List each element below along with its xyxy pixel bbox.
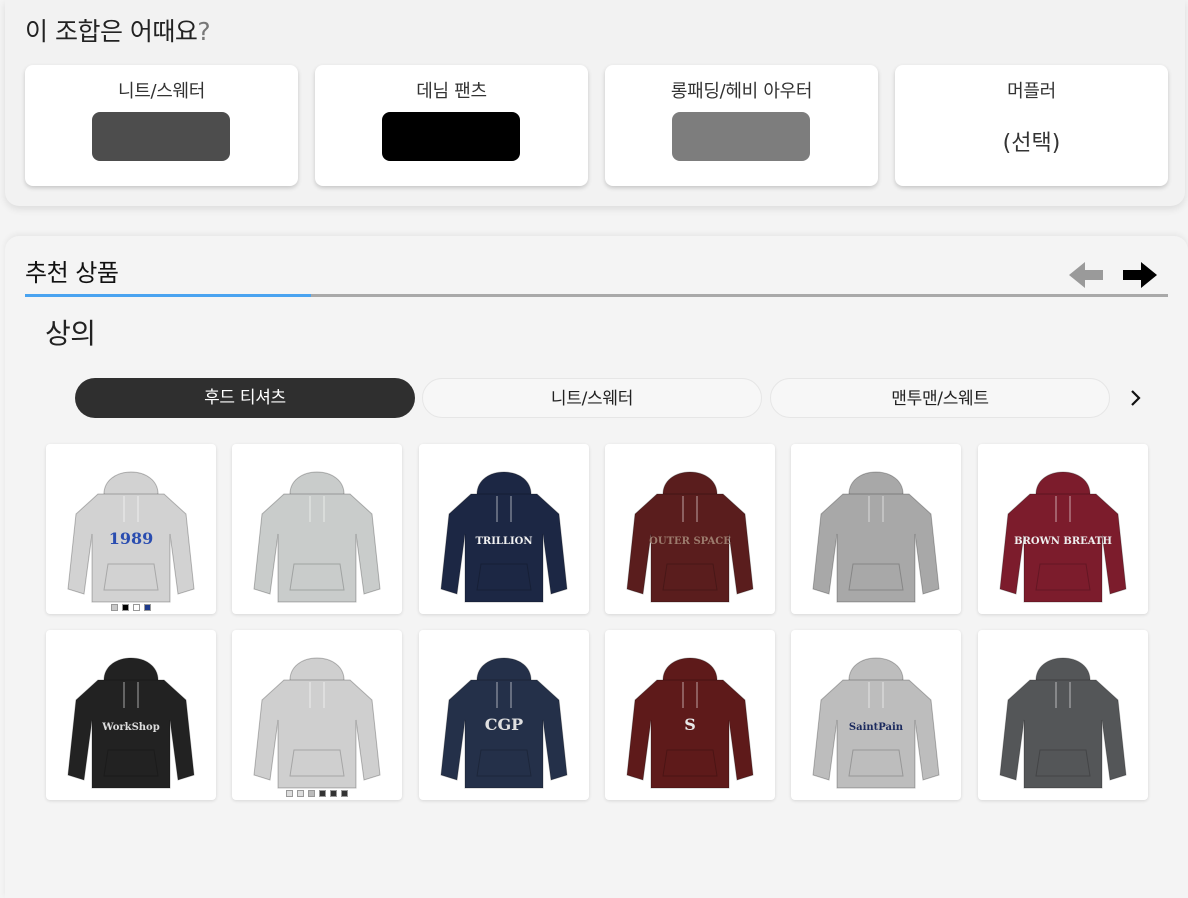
color-swatch: [92, 112, 230, 161]
color-option-swatch[interactable]: [297, 790, 305, 797]
product-image: [998, 657, 1127, 789]
color-options: [232, 790, 402, 799]
category-title: 상의: [45, 317, 96, 350]
product-image: [253, 471, 381, 603]
tab-next-button[interactable]: [1125, 384, 1147, 412]
color-swatch: [382, 112, 520, 161]
product-image: OUTER SPACE: [626, 471, 754, 603]
color-option-swatch[interactable]: [111, 604, 118, 611]
product-card[interactable]: [232, 630, 403, 800]
product-card[interactable]: [977, 630, 1148, 800]
product-image: CGP: [440, 657, 568, 789]
product-print-text: SaintPain: [849, 722, 904, 733]
color-option-swatch[interactable]: [122, 604, 129, 611]
color-options: [46, 604, 216, 613]
product-print-text: CGP: [484, 715, 522, 734]
color-option-swatch[interactable]: [286, 790, 294, 797]
section-underline: [25, 294, 1168, 297]
arrow-right-icon: [1123, 262, 1157, 288]
color-option-swatch[interactable]: [319, 790, 327, 797]
combo-card-label: 머플러: [1007, 81, 1056, 102]
product-print-text: TRILLION: [475, 536, 532, 547]
product-print-text: S: [684, 715, 696, 734]
product-card[interactable]: [232, 444, 403, 614]
product-card[interactable]: 1989: [46, 444, 216, 614]
arrow-left-icon: [1069, 262, 1103, 288]
tab-hoodie[interactable]: 후드 티셔츠: [75, 378, 415, 418]
product-card[interactable]: BROWN BREATH: [977, 444, 1148, 614]
color-option-swatch[interactable]: [330, 790, 338, 797]
product-image: [253, 657, 381, 789]
product-card[interactable]: WorkShop: [46, 630, 216, 800]
next-arrow-button[interactable]: [1121, 258, 1159, 292]
combo-card-knit[interactable]: 니트/스웨터: [25, 65, 298, 186]
color-option-swatch[interactable]: [341, 790, 349, 797]
combo-card-muffler[interactable]: 머플러 (선택): [895, 65, 1168, 186]
product-print-text: 1989: [109, 529, 154, 548]
product-card[interactable]: [791, 444, 962, 614]
product-image: BROWN BREATH: [998, 471, 1127, 603]
product-print-text: OUTER SPACE: [649, 536, 731, 547]
color-swatch: [672, 112, 810, 161]
color-option-swatch[interactable]: [308, 790, 316, 797]
optional-text: (선택): [1002, 131, 1061, 156]
color-option-swatch[interactable]: [133, 604, 140, 611]
product-image: SaintPain: [812, 657, 940, 789]
product-card[interactable]: SaintPain: [791, 630, 962, 800]
recommend-section: 추천 상품 상의 후드 티셔츠 니트/스웨터 맨투맨/스웨트 1989 TRILL…: [5, 236, 1188, 898]
product-card[interactable]: CGP: [418, 630, 589, 800]
product-image: WorkShop: [67, 657, 195, 789]
combo-section: 이 조합은 어때요? 니트/스웨터 데님 팬츠 롱패딩/헤비 아우터 머플러 (…: [5, 0, 1185, 206]
recommend-title: 추천 상품: [25, 259, 119, 287]
combo-card-label: 롱패딩/헤비 아우터: [670, 81, 813, 102]
combo-title: 이 조합은 어때요?: [25, 17, 211, 46]
product-card[interactable]: TRILLION: [418, 444, 589, 614]
tab-knit[interactable]: 니트/스웨터: [422, 378, 762, 418]
chevron-right-icon: [1131, 390, 1141, 406]
product-card[interactable]: OUTER SPACE: [604, 444, 775, 614]
product-image: 1989: [67, 471, 195, 603]
product-image: [812, 471, 940, 603]
product-image: S: [626, 657, 754, 789]
tab-sweatshirt[interactable]: 맨투맨/스웨트: [770, 378, 1110, 418]
color-option-swatch[interactable]: [144, 604, 151, 611]
combo-card-label: 데님 팬츠: [416, 81, 487, 102]
combo-card-denim[interactable]: 데님 팬츠: [315, 65, 588, 186]
product-card[interactable]: S: [604, 630, 775, 800]
section-underline-active: [25, 294, 311, 297]
product-print-text: BROWN BREATH: [1014, 536, 1112, 547]
product-print-text: WorkShop: [101, 722, 159, 733]
combo-card-padding[interactable]: 롱패딩/헤비 아우터: [605, 65, 878, 186]
combo-card-label: 니트/스웨터: [117, 81, 206, 102]
product-image: TRILLION: [440, 471, 568, 603]
prev-arrow-button[interactable]: [1067, 258, 1105, 292]
